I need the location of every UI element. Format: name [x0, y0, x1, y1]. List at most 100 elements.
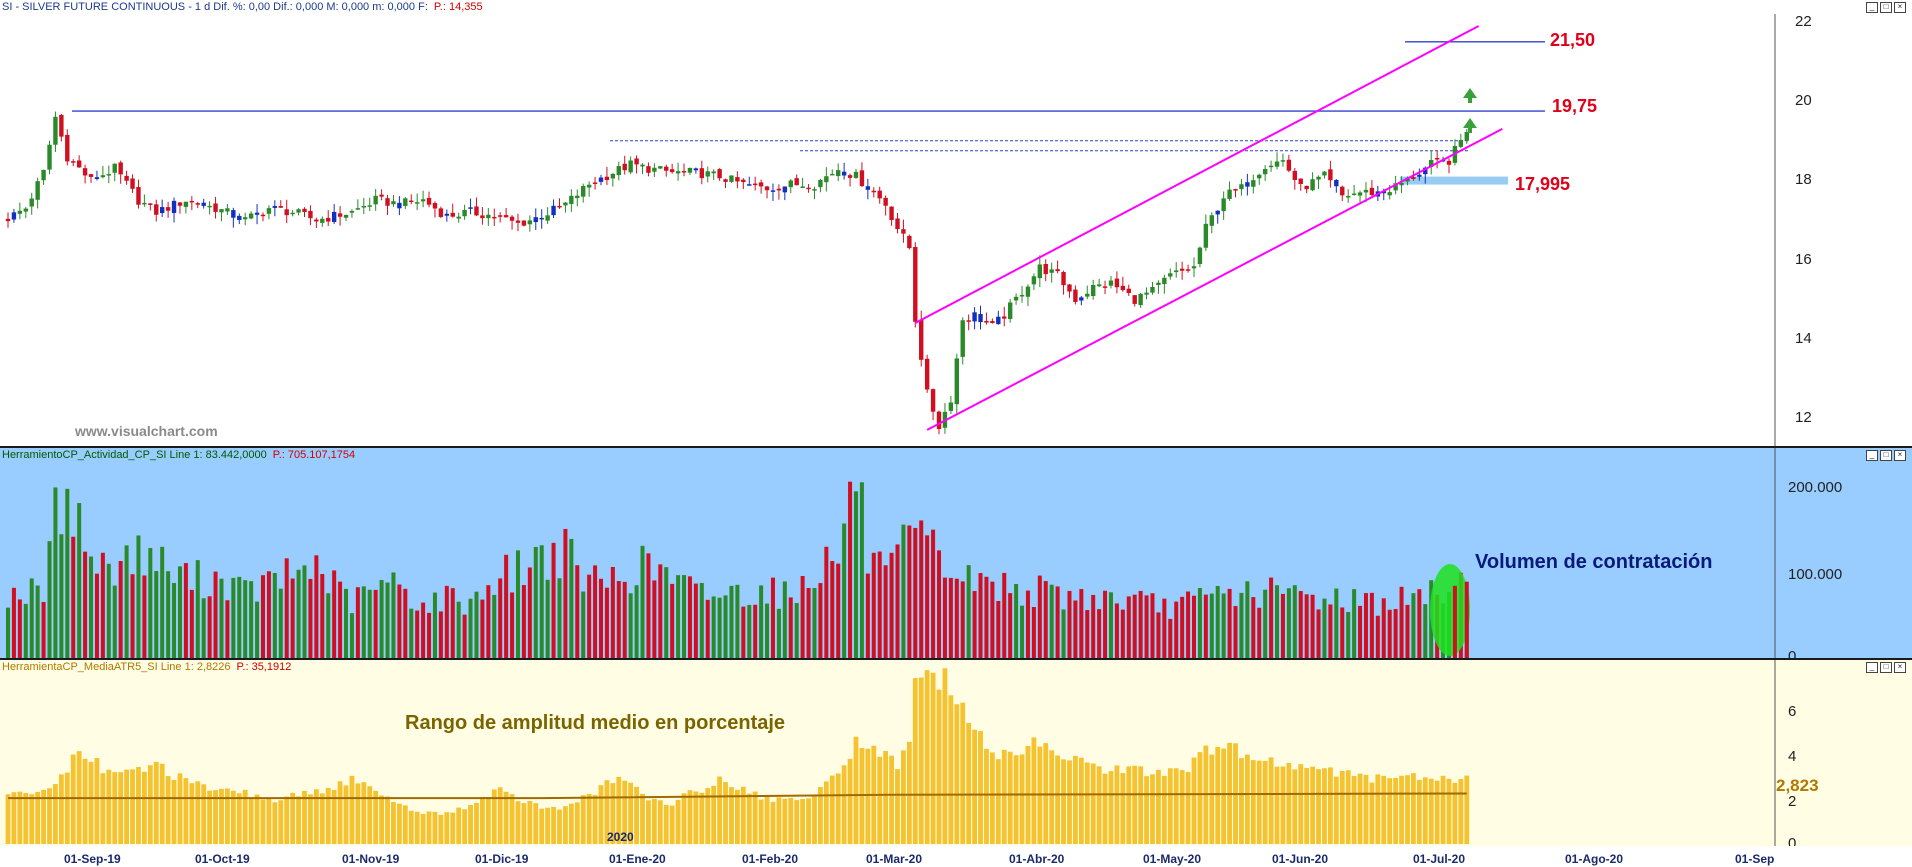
maximize-icon[interactable]: □: [1880, 450, 1892, 461]
atr-header: HerramientaCP_MediaATR5_SI Line 1: 2,822…: [2, 661, 291, 673]
candle-body: [527, 220, 533, 225]
volume-bar: [1197, 587, 1202, 658]
atr-bar: [189, 783, 195, 844]
candle-body: [331, 211, 337, 222]
candle-body: [764, 186, 770, 191]
atr-bar: [236, 793, 242, 844]
candle-body: [996, 316, 1001, 325]
candle-body: [1162, 277, 1167, 285]
candle-body: [112, 163, 117, 173]
close-icon[interactable]: ×: [1894, 450, 1906, 461]
volume-bar: [183, 563, 188, 658]
candle-body: [1245, 182, 1250, 187]
atr-axis-label-0: 0: [1788, 835, 1797, 846]
candle-body: [1292, 170, 1298, 180]
atr-bar: [426, 811, 432, 844]
candle-body: [557, 205, 562, 208]
atr-bar: [924, 670, 930, 844]
candle-body: [59, 114, 64, 137]
volume-bar: [344, 588, 349, 658]
candle-body: [76, 160, 82, 168]
maximize-icon[interactable]: □: [1880, 662, 1892, 673]
minimize-icon[interactable]: _: [1866, 662, 1878, 673]
atr-bar: [53, 784, 58, 844]
candle-body: [592, 182, 598, 184]
candle-body: [426, 197, 432, 205]
date-tick-label: 01-Mar-20: [866, 852, 923, 866]
volume-bar: [1150, 593, 1155, 658]
candle-body: [1387, 192, 1392, 196]
volume-bar: [1103, 590, 1108, 658]
candle-body: [1322, 171, 1327, 176]
maximize-icon[interactable]: □: [1880, 2, 1892, 13]
volume-bar: [1340, 607, 1345, 658]
candle-body: [539, 217, 544, 220]
volume-bar: [100, 552, 105, 658]
candle-body: [681, 171, 687, 173]
volume-bar: [859, 482, 864, 658]
price-chart[interactable]: [0, 0, 1912, 446]
candle-body: [1031, 276, 1037, 285]
candle-body: [610, 173, 616, 179]
candle-body: [403, 198, 408, 206]
candle-body: [1090, 284, 1096, 296]
candle-body: [11, 212, 17, 220]
candle-body: [1310, 179, 1315, 191]
atr-bar: [758, 799, 764, 844]
candle-body: [865, 186, 871, 190]
candle-body: [1316, 176, 1321, 180]
atr-bar: [124, 769, 129, 844]
atr-bar: [1304, 767, 1310, 844]
volume-bar: [480, 599, 485, 658]
candle-body: [1280, 160, 1286, 162]
candle-body: [1079, 297, 1084, 301]
candle-body: [1340, 186, 1345, 196]
atr-bar: [847, 758, 853, 844]
candle-body: [545, 215, 550, 221]
volume-bar: [486, 585, 491, 658]
channel-lower: [926, 128, 1503, 431]
volume-axis-label-100k: 100.000: [1788, 566, 1843, 583]
volume-bar: [172, 583, 177, 658]
volume-bar: [824, 546, 829, 658]
volume-bar: [1085, 610, 1090, 658]
atr-bar: [402, 805, 408, 844]
atr-chart[interactable]: [0, 660, 1912, 846]
candle-body: [207, 205, 212, 208]
minimize-icon[interactable]: _: [1866, 450, 1878, 461]
candle-body: [658, 166, 663, 169]
minimize-icon[interactable]: _: [1866, 2, 1878, 13]
atr-bar: [485, 797, 491, 844]
atr-panel[interactable]: HerramientaCP_MediaATR5_SI Line 1: 2,822…: [0, 660, 1912, 846]
candle-body: [1144, 292, 1149, 295]
atr-bar: [1411, 773, 1416, 844]
volume-bar: [1215, 586, 1220, 658]
atr-bar: [1274, 766, 1280, 844]
price-panel[interactable]: SI - SILVER FUTURE CONTINUOUS - 1 d Dif.…: [0, 0, 1912, 448]
volume-bar: [1025, 590, 1030, 658]
atr-bar: [1221, 748, 1227, 844]
volume-bar: [853, 491, 858, 658]
close-icon[interactable]: ×: [1894, 662, 1906, 673]
date-tick-label: 01-Jul-20: [1413, 852, 1466, 866]
date-tick-label: 01-Dic-19: [475, 852, 529, 866]
volume-bar: [166, 571, 171, 658]
candle-body: [1108, 280, 1114, 286]
volume-bar: [664, 567, 669, 658]
volume-bar: [759, 585, 764, 658]
candle-body: [266, 208, 272, 214]
candle-body: [669, 169, 675, 173]
volume-bar: [1399, 586, 1404, 658]
close-icon[interactable]: ×: [1894, 2, 1906, 13]
candle-body: [770, 190, 776, 192]
candle-body: [1174, 270, 1179, 273]
volume-bar: [652, 580, 657, 658]
volume-bar: [515, 550, 520, 658]
atr-bar: [806, 798, 811, 844]
candle-body: [201, 202, 206, 206]
volume-bar: [1269, 577, 1274, 658]
candle-body: [1345, 196, 1351, 198]
candle-body: [575, 195, 580, 199]
volume-bar: [77, 503, 82, 658]
candle-body: [818, 179, 823, 188]
